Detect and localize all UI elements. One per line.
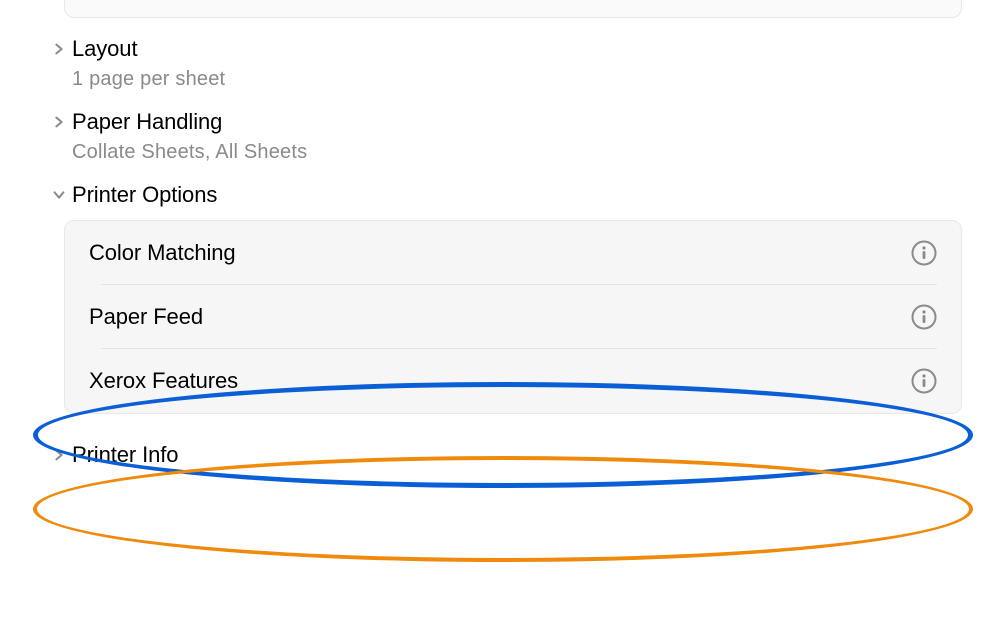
annotation-ellipse-orange	[33, 456, 973, 562]
paper-handling-subtitle: Collate Sheets, All Sheets	[72, 141, 962, 164]
info-icon[interactable]	[911, 304, 937, 330]
xerox-features-label: Xerox Features	[89, 368, 238, 394]
chevron-down-icon	[52, 188, 72, 202]
layout-title: Layout	[72, 36, 137, 62]
paper-handling-section[interactable]: Paper Handling Collate Sheets, All Sheet…	[0, 91, 994, 164]
printer-info-title: Printer Info	[72, 442, 178, 468]
color-matching-row[interactable]: Color Matching	[65, 221, 961, 285]
chevron-right-icon	[52, 448, 72, 462]
printer-options-panel: Color Matching Paper Feed Xerox Featur	[64, 220, 962, 414]
info-icon[interactable]	[911, 368, 937, 394]
xerox-features-row[interactable]: Xerox Features	[65, 349, 961, 413]
chevron-right-icon	[52, 42, 72, 56]
paper-feed-label: Paper Feed	[89, 304, 203, 330]
info-icon[interactable]	[911, 240, 937, 266]
top-panel-fragment	[64, 0, 962, 18]
layout-subtitle: 1 page per sheet	[72, 68, 962, 91]
paper-handling-title: Paper Handling	[72, 109, 222, 135]
layout-section[interactable]: Layout 1 page per sheet	[0, 18, 994, 91]
printer-options-title: Printer Options	[72, 182, 217, 208]
printer-info-section[interactable]: Printer Info	[0, 414, 994, 468]
paper-feed-row[interactable]: Paper Feed	[65, 285, 961, 349]
color-matching-label: Color Matching	[89, 240, 236, 266]
chevron-right-icon	[52, 115, 72, 129]
printer-options-section[interactable]: Printer Options	[0, 164, 994, 208]
